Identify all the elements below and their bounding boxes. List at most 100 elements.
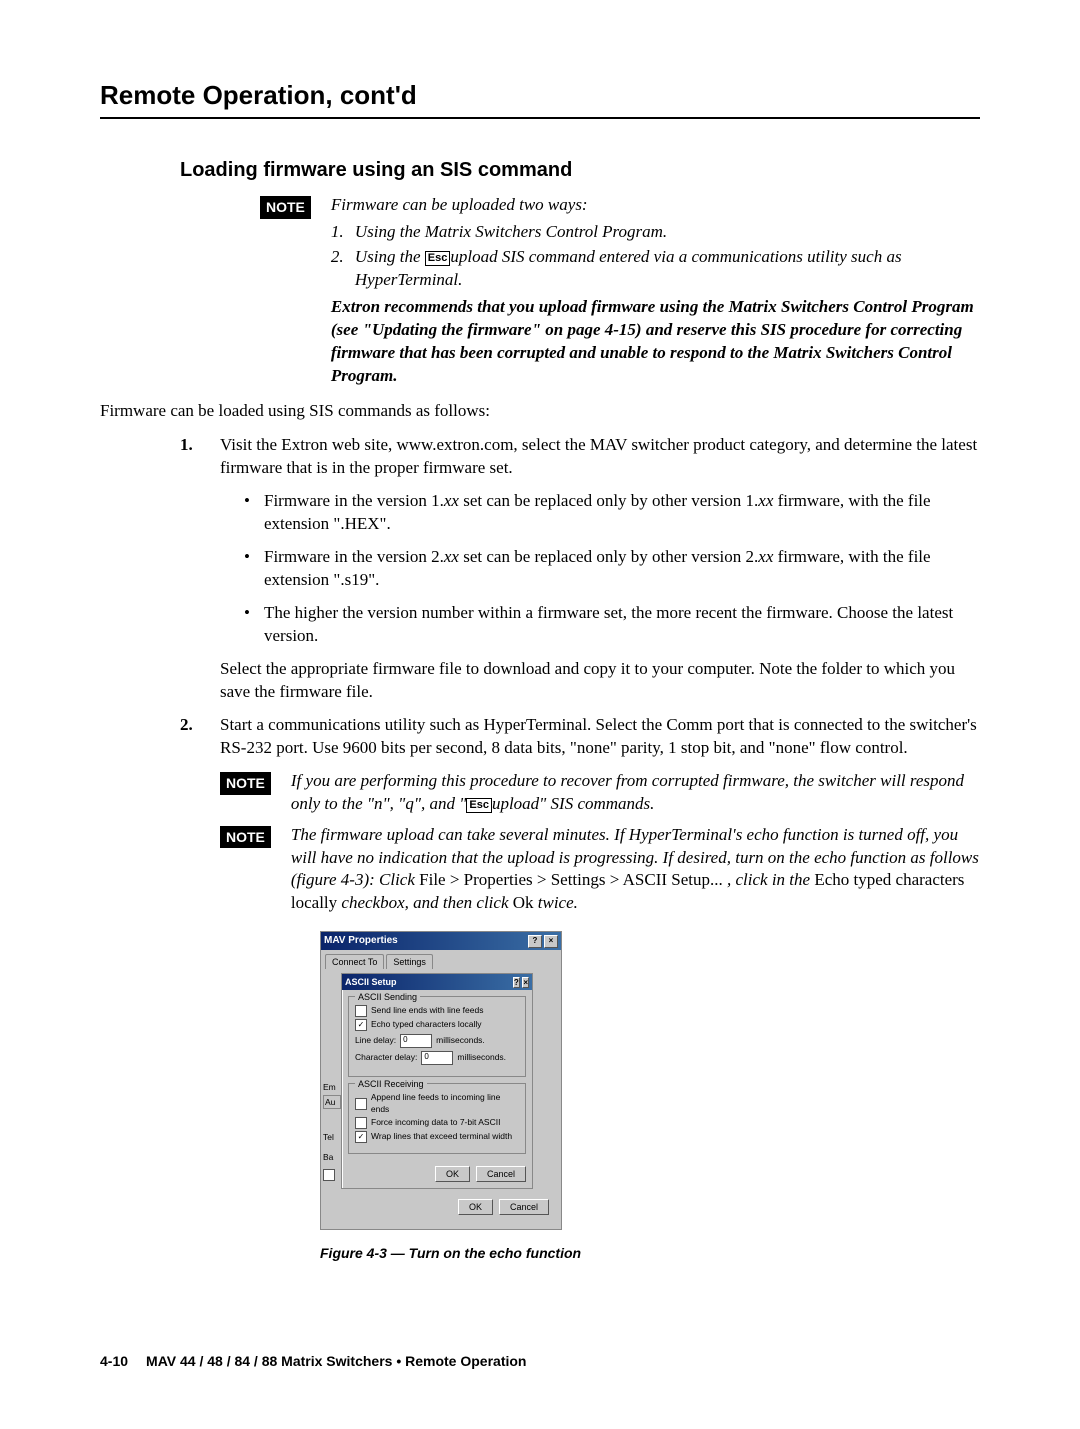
page-footer: 4-10 MAV 44 / 48 / 84 / 88 Matrix Switche… <box>100 1353 980 1369</box>
group-legend: ASCII Receiving <box>355 1078 427 1090</box>
item-number: 2. <box>331 246 355 292</box>
background-cut-labels: Em Au Tel Ba <box>323 1079 341 1186</box>
bullet-text: Firmware in the version 2.xx set can be … <box>264 546 980 592</box>
line-delay-input[interactable]: 0 <box>400 1034 432 1048</box>
line-delay-row: Line delay: 0 milliseconds. <box>355 1034 519 1048</box>
close-icon[interactable]: × <box>544 935 558 948</box>
checkbox-icon[interactable] <box>355 1005 367 1017</box>
figure-block: MAV Properties ? × Connect To Settings E… <box>320 931 980 1263</box>
help-icon[interactable]: ? <box>513 977 520 988</box>
step-number: 1. <box>180 434 220 703</box>
checkbox-icon[interactable] <box>355 1098 367 1110</box>
help-icon[interactable]: ? <box>528 935 542 948</box>
mav-properties-dialog: MAV Properties ? × Connect To Settings E… <box>320 931 562 1230</box>
checkbox-label: Append line feeds to incoming line ends <box>371 1092 519 1115</box>
dialog-body: Em Au Tel Ba ASCII Setup ? × <box>321 969 561 1229</box>
window-title: ASCII Setup <box>345 976 397 988</box>
note-label: NOTE <box>260 196 311 219</box>
bullet-icon: • <box>244 602 264 648</box>
note-recommendation: Extron recommends that you upload firmwa… <box>331 296 980 388</box>
titlebar: ASCII Setup ? × <box>342 974 532 990</box>
tabs-row: Connect To Settings <box>321 950 561 969</box>
step-body: Visit the Extron web site, www.extron.co… <box>220 434 980 703</box>
note-block-1: NOTE Firmware can be uploaded two ways: … <box>260 194 980 388</box>
tab-connect-to[interactable]: Connect To <box>325 954 384 969</box>
checkbox-label: Send line ends with line feeds <box>371 1005 483 1016</box>
cancel-button[interactable]: Cancel <box>499 1199 549 1215</box>
item-number: 1. <box>331 221 355 244</box>
checkbox-label: Force incoming data to 7-bit ASCII <box>371 1117 500 1128</box>
checkbox-icon[interactable]: ✓ <box>355 1131 367 1143</box>
ascii-setup-dialog: ASCII Setup ? × ASCII Sending Send line … <box>341 973 533 1189</box>
item-text: Using the Matrix Switchers Control Progr… <box>355 221 667 244</box>
page: Remote Operation, cont'd Loading firmwar… <box>0 0 1080 1429</box>
checkbox-label: Wrap lines that exceed terminal width <box>371 1131 512 1142</box>
checkbox-row: Append line feeds to incoming line ends <box>355 1092 519 1115</box>
lead-paragraph: Firmware can be loaded using SIS command… <box>100 400 980 423</box>
note-body: Firmware can be uploaded two ways: 1. Us… <box>331 194 980 388</box>
note-intro: Firmware can be uploaded two ways: <box>331 194 980 217</box>
step-tail: Select the appropriate firmware file to … <box>220 658 980 704</box>
bullet-item: • Firmware in the version 2.xx set can b… <box>244 546 980 592</box>
content-block: NOTE Firmware can be uploaded two ways: … <box>260 194 980 1263</box>
checkbox-label: Echo typed characters locally <box>371 1019 482 1030</box>
page-number: 4-10 <box>100 1353 128 1369</box>
outer-button-row: OK Cancel <box>327 1189 555 1221</box>
item-text: Using the Escupload SIS command entered … <box>355 246 980 292</box>
bullet-item: • Firmware in the version 1.xx set can b… <box>244 490 980 536</box>
checkbox-row: ✓ Echo typed characters locally <box>355 1019 519 1031</box>
field-label: Line delay: <box>355 1035 396 1046</box>
esc-key-icon: Esc <box>425 251 451 266</box>
note-body: If you are performing this procedure to … <box>291 770 980 816</box>
window-title: MAV Properties <box>324 934 398 948</box>
bullet-text: The higher the version number within a f… <box>264 602 980 648</box>
step-text: Visit the Extron web site, www.extron.co… <box>220 434 980 480</box>
section-heading: Loading firmware using an SIS command <box>180 159 980 182</box>
note-label: NOTE <box>220 826 271 849</box>
ascii-sending-group: ASCII Sending Send line ends with line f… <box>348 996 526 1077</box>
char-delay-input[interactable]: 0 <box>421 1051 453 1065</box>
checkbox-icon[interactable] <box>323 1169 335 1181</box>
tab-settings[interactable]: Settings <box>386 954 433 969</box>
checkbox-row: Send line ends with line feeds <box>355 1005 519 1017</box>
footer-text: MAV 44 / 48 / 84 / 88 Matrix Switchers •… <box>146 1353 526 1369</box>
unit-label: milliseconds. <box>436 1035 485 1046</box>
procedure-step: 2. Start a communications utility such a… <box>180 714 980 760</box>
note-body: The firmware upload can take several min… <box>291 824 980 916</box>
step-text: Start a communications utility such as H… <box>220 714 980 760</box>
esc-key-icon: Esc <box>466 798 492 813</box>
procedure-step: 1. Visit the Extron web site, www.extron… <box>180 434 980 703</box>
checkbox-row: Force incoming data to 7-bit ASCII <box>355 1117 519 1129</box>
figure-caption: Figure 4-3 — Turn on the echo function <box>320 1244 980 1263</box>
note-label: NOTE <box>220 772 271 795</box>
inner-button-row: OK Cancel <box>342 1160 532 1188</box>
bullet-icon: • <box>244 490 264 536</box>
group-legend: ASCII Sending <box>355 991 420 1003</box>
note-list-item: 2. Using the Escupload SIS command enter… <box>331 246 980 292</box>
step-bullets: • Firmware in the version 1.xx set can b… <box>244 490 980 648</box>
note-list-item: 1. Using the Matrix Switchers Control Pr… <box>331 221 980 244</box>
note-block-2: NOTE If you are performing this procedur… <box>220 770 980 816</box>
ascii-receiving-group: ASCII Receiving Append line feeds to inc… <box>348 1083 526 1154</box>
ok-button[interactable]: OK <box>458 1199 493 1215</box>
checkbox-icon[interactable]: ✓ <box>355 1019 367 1031</box>
procedure-list: 1. Visit the Extron web site, www.extron… <box>180 434 980 759</box>
bullet-text: Firmware in the version 1.xx set can be … <box>264 490 980 536</box>
running-header: Remote Operation, cont'd <box>100 80 980 111</box>
field-label: Character delay: <box>355 1052 417 1063</box>
char-delay-row: Character delay: 0 milliseconds. <box>355 1051 519 1065</box>
bullet-icon: • <box>244 546 264 592</box>
checkbox-row: ✓ Wrap lines that exceed terminal width <box>355 1131 519 1143</box>
note-block-3: NOTE The firmware upload can take severa… <box>220 824 980 916</box>
close-icon[interactable]: × <box>522 977 529 988</box>
header-rule <box>100 117 980 119</box>
ok-button[interactable]: OK <box>435 1166 470 1182</box>
note-list: 1. Using the Matrix Switchers Control Pr… <box>331 221 980 292</box>
titlebar: MAV Properties ? × <box>321 932 561 950</box>
checkbox-icon[interactable] <box>355 1117 367 1129</box>
step-number: 2. <box>180 714 220 760</box>
bullet-item: • The higher the version number within a… <box>244 602 980 648</box>
cancel-button[interactable]: Cancel <box>476 1166 526 1182</box>
step-body: Start a communications utility such as H… <box>220 714 980 760</box>
unit-label: milliseconds. <box>457 1052 506 1063</box>
